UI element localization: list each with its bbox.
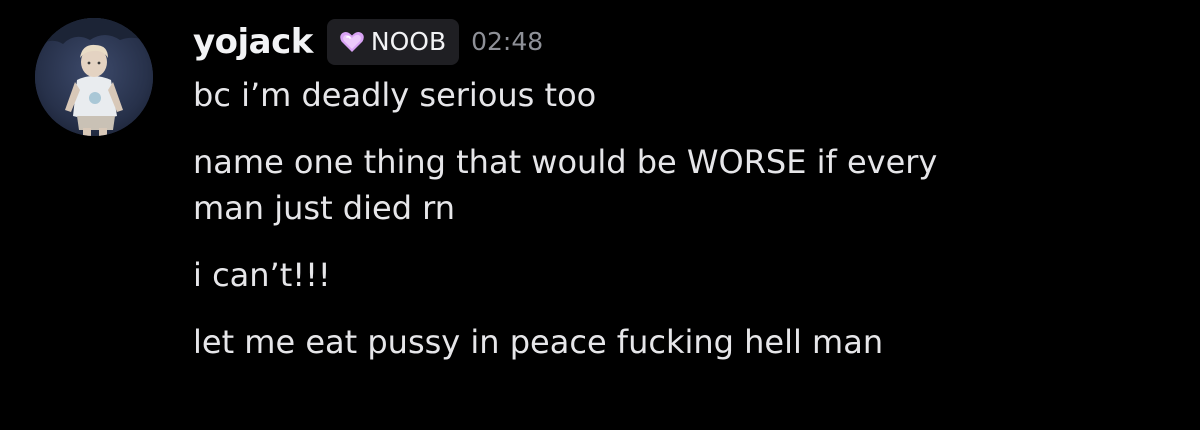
- message-line: let me eat pussy in peace fucking hell m…: [193, 323, 884, 361]
- message-line: name one thing that would be WORSE if ev…: [193, 143, 938, 181]
- server-tag-badge[interactable]: NOOB: [326, 19, 460, 65]
- message-content: yojack NOOB 02:48 bc i’m deadly serious …: [193, 18, 1173, 365]
- chat-message: yojack NOOB 02:48 bc i’m deadly serious …: [0, 0, 1200, 430]
- message-body: bc i’m deadly serious too name one thing…: [193, 72, 1173, 365]
- message-header: yojack NOOB 02:48: [193, 18, 1173, 66]
- timestamp[interactable]: 02:48: [471, 18, 543, 66]
- author-name[interactable]: yojack: [193, 18, 313, 66]
- avatar-image: [35, 18, 153, 136]
- message-line: i can’t!!!: [193, 256, 331, 294]
- avatar[interactable]: [35, 18, 153, 136]
- message-line: man just died rn: [193, 189, 456, 227]
- heart-gem-icon: [339, 30, 365, 54]
- tag-label: NOOB: [370, 27, 447, 56]
- message-line: bc i’m deadly serious too: [193, 76, 597, 114]
